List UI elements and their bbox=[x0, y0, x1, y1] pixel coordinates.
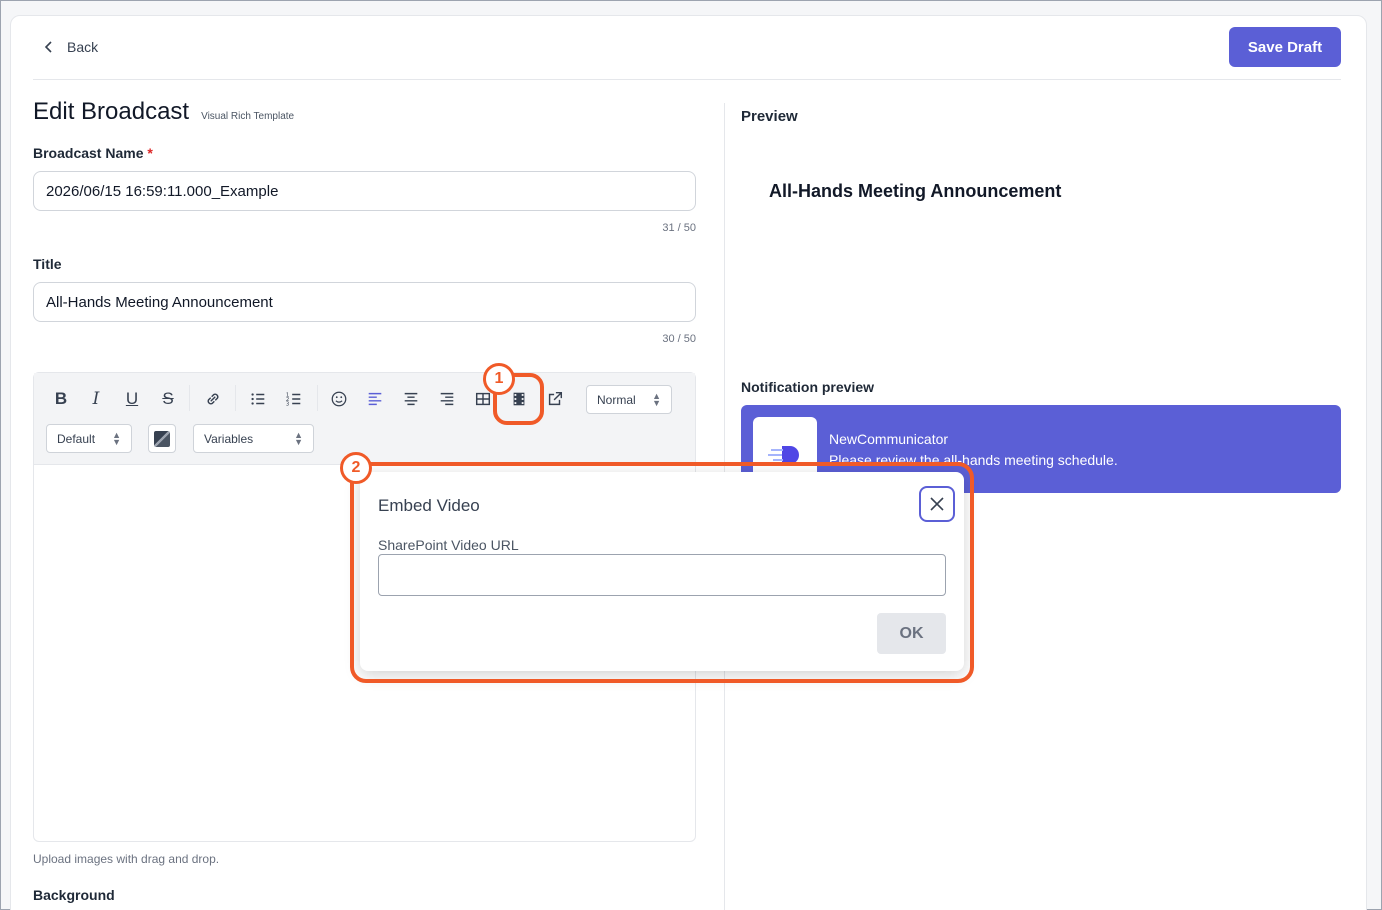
underline-button[interactable]: U bbox=[118, 385, 146, 413]
smiley-icon bbox=[331, 391, 347, 407]
broadcast-name-value: 2026/06/15 16:59:11.000_Example bbox=[46, 182, 279, 200]
dialog-title: Embed Video bbox=[378, 496, 480, 515]
page-title: Edit Broadcast Visual Rich Template bbox=[33, 98, 294, 126]
back-label: Back bbox=[67, 39, 99, 55]
color-swatch-icon bbox=[154, 430, 170, 447]
text-color-button[interactable] bbox=[148, 424, 176, 453]
callout-number-1: 1 bbox=[483, 363, 515, 395]
select-arrows-icon: ▲ ▼ bbox=[112, 429, 121, 447]
title-counter: 30 / 50 bbox=[662, 333, 696, 345]
broadcast-name-counter: 31 / 50 bbox=[662, 222, 696, 234]
numbered-list-icon: 123 bbox=[286, 392, 301, 407]
external-link-icon bbox=[548, 391, 563, 406]
dialog-close-button[interactable] bbox=[919, 486, 955, 522]
embed-video-dialog: Embed Video SharePoint Video URL OK bbox=[360, 472, 964, 671]
video-url-label: SharePoint Video URL bbox=[378, 537, 519, 553]
emoji-button[interactable] bbox=[325, 385, 353, 413]
close-icon bbox=[930, 497, 944, 511]
align-center-button[interactable] bbox=[397, 385, 425, 413]
strikethrough-button[interactable]: S bbox=[154, 385, 182, 413]
editor-toolbar: B I U S 123 Normal ▲ ▼ Default ▲ ▼ Varia… bbox=[34, 373, 695, 465]
numbered-list-button[interactable]: 123 bbox=[280, 385, 308, 413]
callout-number-2: 2 bbox=[340, 452, 372, 484]
notification-message: Please review the all-hands meeting sche… bbox=[829, 452, 1118, 468]
ok-button[interactable]: OK bbox=[877, 613, 946, 654]
page-title-text: Edit Broadcast bbox=[33, 98, 190, 125]
align-center-icon bbox=[404, 392, 418, 406]
variables-select[interactable]: Variables ▲ ▼ bbox=[193, 424, 314, 453]
title-value: All-Hands Meeting Announcement bbox=[46, 293, 273, 311]
required-marker: * bbox=[147, 145, 153, 161]
italic-button[interactable]: I bbox=[82, 385, 110, 413]
broadcast-name-input[interactable]: 2026/06/15 16:59:11.000_Example bbox=[33, 171, 696, 211]
title-label: Title bbox=[33, 256, 62, 272]
title-input[interactable]: All-Hands Meeting Announcement bbox=[33, 282, 696, 322]
video-url-input[interactable] bbox=[378, 554, 946, 596]
bullet-list-icon bbox=[251, 393, 265, 405]
select-arrows-icon: ▲ ▼ bbox=[652, 390, 661, 408]
broadcast-name-label: Broadcast Name * bbox=[33, 145, 153, 161]
background-label: Background bbox=[33, 887, 115, 903]
notification-app-name: NewCommunicator bbox=[829, 431, 949, 447]
save-draft-button[interactable]: Save Draft bbox=[1229, 27, 1341, 67]
variables-select-value: Variables bbox=[204, 431, 254, 446]
table-icon bbox=[475, 392, 491, 406]
toolbar-divider bbox=[317, 385, 318, 411]
font-select[interactable]: Default ▲ ▼ bbox=[46, 424, 132, 453]
svg-text:3: 3 bbox=[286, 401, 289, 407]
heading-select[interactable]: Normal ▲ ▼ bbox=[586, 385, 672, 414]
preview-label: Preview bbox=[741, 108, 798, 125]
align-right-icon bbox=[440, 392, 454, 406]
toolbar-divider bbox=[235, 385, 236, 411]
upload-hint: Upload images with drag and drop. bbox=[33, 852, 220, 866]
link-icon bbox=[207, 393, 219, 405]
chevron-left-icon bbox=[44, 41, 52, 53]
external-link-button[interactable] bbox=[541, 385, 569, 413]
align-left-button[interactable] bbox=[361, 385, 389, 413]
notification-preview-label: Notification preview bbox=[741, 379, 875, 395]
template-name: Visual Rich Template bbox=[201, 111, 295, 122]
preview-title: All-Hands Meeting Announcement bbox=[769, 181, 1062, 201]
heading-select-value: Normal bbox=[597, 392, 636, 407]
bold-button[interactable]: B bbox=[47, 385, 75, 413]
link-button[interactable] bbox=[199, 385, 227, 413]
align-left-icon bbox=[368, 392, 382, 406]
font-select-value: Default bbox=[57, 431, 96, 446]
toolbar-divider bbox=[189, 385, 190, 411]
app-logo-icon bbox=[768, 446, 799, 464]
back-button[interactable]: Back bbox=[43, 39, 98, 55]
select-arrows-icon: ▲ ▼ bbox=[294, 429, 303, 447]
broadcast-name-label-text: Broadcast Name bbox=[33, 145, 144, 161]
align-right-button[interactable] bbox=[433, 385, 461, 413]
top-bar: Back Save Draft bbox=[33, 27, 1341, 80]
film-icon bbox=[513, 392, 525, 406]
bullet-list-button[interactable] bbox=[244, 385, 272, 413]
